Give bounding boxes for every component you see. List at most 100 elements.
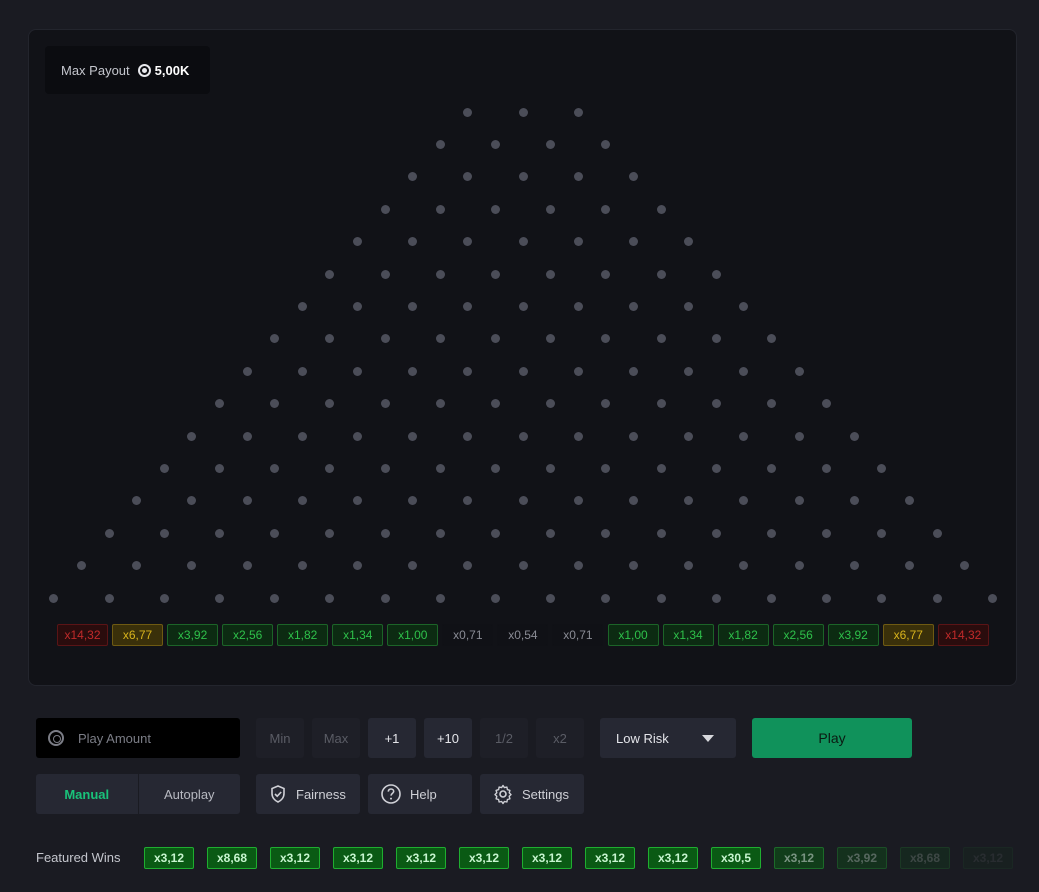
peg bbox=[463, 237, 473, 247]
peg bbox=[380, 593, 390, 603]
peg bbox=[656, 204, 666, 214]
featured-win-badge: x8,68 bbox=[900, 847, 950, 869]
peg bbox=[628, 366, 638, 376]
peg bbox=[435, 139, 445, 149]
peg bbox=[518, 431, 528, 441]
peg bbox=[987, 593, 997, 603]
peg bbox=[739, 366, 749, 376]
double-button[interactable]: x2 bbox=[536, 718, 584, 758]
peg bbox=[822, 593, 832, 603]
peg bbox=[904, 561, 914, 571]
peg bbox=[435, 593, 445, 603]
peg bbox=[711, 528, 721, 538]
plus-one-button[interactable]: +1 bbox=[368, 718, 416, 758]
peg bbox=[270, 399, 280, 409]
peg bbox=[325, 463, 335, 473]
peg bbox=[711, 399, 721, 409]
peg bbox=[463, 301, 473, 311]
featured-win-badge: x3,12 bbox=[459, 847, 509, 869]
play-amount-placeholder: Play Amount bbox=[78, 730, 151, 746]
peg bbox=[739, 301, 749, 311]
peg bbox=[601, 593, 611, 603]
settings-button[interactable]: Settings bbox=[480, 774, 584, 814]
peg bbox=[518, 237, 528, 247]
peg bbox=[766, 463, 776, 473]
multiplier-slot: x0,71 bbox=[552, 624, 604, 646]
peg bbox=[490, 399, 500, 409]
settings-label: Settings bbox=[522, 786, 569, 802]
peg bbox=[490, 269, 500, 279]
half-button[interactable]: 1/2 bbox=[480, 718, 528, 758]
peg bbox=[408, 561, 418, 571]
max-button[interactable]: Max bbox=[312, 718, 360, 758]
multiplier-slot: x1,82 bbox=[717, 624, 769, 646]
featured-win-badge: x3,92 bbox=[837, 847, 887, 869]
peg bbox=[518, 172, 528, 182]
peg bbox=[794, 366, 804, 376]
peg bbox=[159, 528, 169, 538]
peg bbox=[187, 431, 197, 441]
risk-select[interactable]: Low Risk bbox=[600, 718, 736, 758]
peg bbox=[628, 496, 638, 506]
peg bbox=[76, 561, 86, 571]
peg bbox=[656, 269, 666, 279]
peg bbox=[877, 593, 887, 603]
peg bbox=[573, 301, 583, 311]
play-button[interactable]: Play bbox=[752, 718, 912, 758]
featured-win-badge: x3,12 bbox=[963, 847, 1013, 869]
peg bbox=[684, 561, 694, 571]
peg bbox=[104, 593, 114, 603]
peg bbox=[794, 496, 804, 506]
peg-field bbox=[29, 30, 1018, 687]
peg bbox=[546, 593, 556, 603]
peg bbox=[546, 139, 556, 149]
peg bbox=[490, 593, 500, 603]
peg bbox=[435, 334, 445, 344]
peg bbox=[352, 496, 362, 506]
peg bbox=[932, 593, 942, 603]
featured-win-badge: x30,5 bbox=[711, 847, 761, 869]
peg bbox=[270, 463, 280, 473]
peg bbox=[463, 496, 473, 506]
peg bbox=[711, 463, 721, 473]
multiplier-slot: x14,32 bbox=[937, 624, 989, 646]
help-button[interactable]: Help bbox=[368, 774, 472, 814]
peg bbox=[601, 463, 611, 473]
peg bbox=[711, 334, 721, 344]
peg bbox=[49, 593, 59, 603]
autoplay-tab[interactable]: Autoplay bbox=[139, 774, 241, 814]
peg bbox=[297, 431, 307, 441]
plus-ten-button[interactable]: +10 bbox=[424, 718, 472, 758]
peg bbox=[325, 399, 335, 409]
peg bbox=[573, 237, 583, 247]
peg bbox=[490, 204, 500, 214]
peg bbox=[573, 107, 583, 117]
plinko-game: Max Payout 5,00K x14,32 x6,77 x3,92 x2,56 x1… bbox=[0, 0, 1039, 892]
peg bbox=[325, 334, 335, 344]
peg bbox=[380, 269, 390, 279]
peg bbox=[463, 366, 473, 376]
featured-win-badge: x8,68 bbox=[207, 847, 257, 869]
peg bbox=[822, 463, 832, 473]
peg bbox=[132, 496, 142, 506]
peg bbox=[766, 593, 776, 603]
min-button[interactable]: Min bbox=[256, 718, 304, 758]
multiplier-slot: x0,71 bbox=[442, 624, 494, 646]
manual-tab[interactable]: Manual bbox=[36, 774, 139, 814]
multiplier-slot: x6,77 bbox=[882, 624, 934, 646]
peg bbox=[546, 399, 556, 409]
peg bbox=[214, 463, 224, 473]
peg bbox=[435, 399, 445, 409]
peg bbox=[214, 528, 224, 538]
fairness-button[interactable]: Fairness bbox=[256, 774, 360, 814]
peg bbox=[766, 334, 776, 344]
peg bbox=[656, 399, 666, 409]
play-amount-input[interactable]: Play Amount bbox=[36, 718, 240, 758]
peg bbox=[601, 139, 611, 149]
peg bbox=[518, 561, 528, 571]
peg bbox=[601, 528, 611, 538]
multiplier-slot: x6,77 bbox=[112, 624, 164, 646]
multiplier-slot: x3,92 bbox=[167, 624, 219, 646]
peg bbox=[380, 463, 390, 473]
peg bbox=[297, 301, 307, 311]
